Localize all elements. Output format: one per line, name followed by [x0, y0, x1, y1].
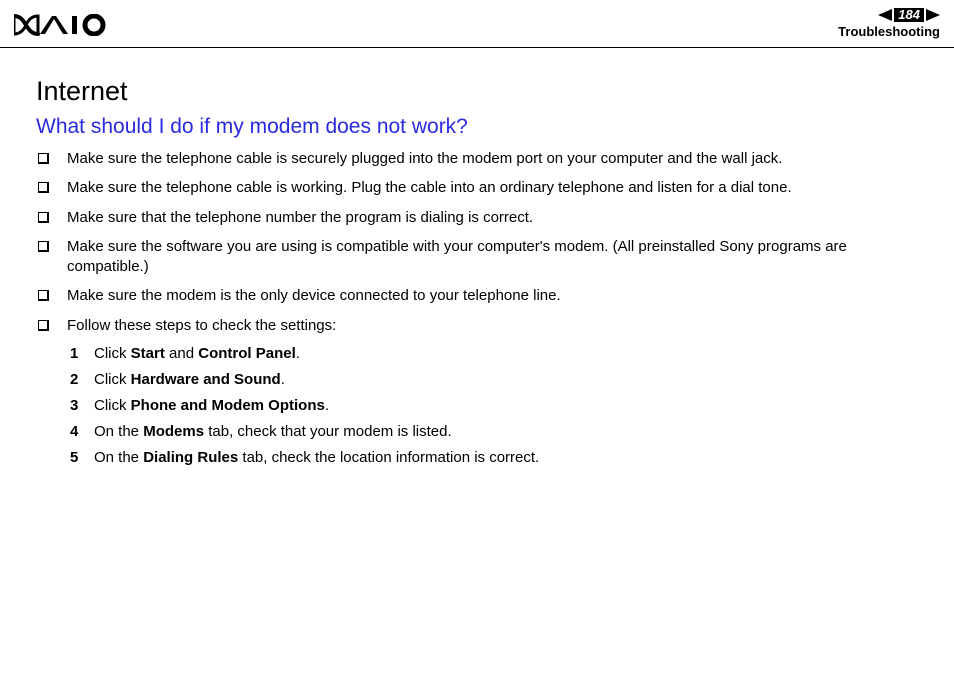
- bullet-text: Make sure the software you are using is …: [67, 237, 918, 278]
- list-item: Make sure the telephone cable is securel…: [36, 149, 918, 169]
- page-number: 184: [894, 8, 924, 22]
- step-number: 2: [70, 371, 94, 388]
- bullet-text: Make sure that the telephone number the …: [67, 208, 533, 228]
- step-text: Click Hardware and Sound.: [94, 371, 285, 388]
- question-heading: What should I do if my modem does not wo…: [36, 115, 918, 139]
- page-content: Internet What should I do if my modem do…: [0, 48, 954, 466]
- section-label: Troubleshooting: [838, 24, 940, 39]
- bullet-icon: [38, 182, 49, 193]
- bullet-text: Make sure the telephone cable is securel…: [67, 149, 782, 169]
- step-number: 4: [70, 423, 94, 440]
- step-item: 1 Click Start and Control Panel.: [70, 345, 918, 362]
- prev-page-arrow-icon[interactable]: [878, 9, 892, 21]
- list-item: Make sure the software you are using is …: [36, 237, 918, 278]
- bullet-text: Make sure the telephone cable is working…: [67, 178, 792, 198]
- bullet-icon: [38, 212, 49, 223]
- list-item: Make sure that the telephone number the …: [36, 208, 918, 228]
- page-title: Internet: [36, 76, 918, 107]
- step-number: 5: [70, 449, 94, 466]
- step-text: Click Phone and Modem Options.: [94, 397, 329, 414]
- bullet-text: Make sure the modem is the only device c…: [67, 286, 561, 306]
- bullet-icon: [38, 153, 49, 164]
- step-item: 4 On the Modems tab, check that your mod…: [70, 423, 918, 440]
- bullet-icon: [38, 241, 49, 252]
- steps-list: 1 Click Start and Control Panel. 2 Click…: [70, 345, 918, 466]
- page-header: 184 Troubleshooting: [0, 0, 954, 48]
- page-number-nav: 184: [838, 8, 940, 22]
- header-right: 184 Troubleshooting: [838, 8, 940, 39]
- step-item: 3 Click Phone and Modem Options.: [70, 397, 918, 414]
- step-item: 2 Click Hardware and Sound.: [70, 371, 918, 388]
- vaio-logo: [14, 14, 110, 41]
- step-number: 1: [70, 345, 94, 362]
- step-text: Click Start and Control Panel.: [94, 345, 300, 362]
- step-text: On the Dialing Rules tab, check the loca…: [94, 449, 539, 466]
- bullet-text: Follow these steps to check the settings…: [67, 316, 336, 336]
- list-item: Follow these steps to check the settings…: [36, 316, 918, 336]
- step-number: 3: [70, 397, 94, 414]
- list-item: Make sure the telephone cable is working…: [36, 178, 918, 198]
- bullet-list: Make sure the telephone cable is securel…: [36, 149, 918, 336]
- bullet-icon: [38, 320, 49, 331]
- bullet-icon: [38, 290, 49, 301]
- next-page-arrow-icon[interactable]: [926, 9, 940, 21]
- step-item: 5 On the Dialing Rules tab, check the lo…: [70, 449, 918, 466]
- step-text: On the Modems tab, check that your modem…: [94, 423, 452, 440]
- list-item: Make sure the modem is the only device c…: [36, 286, 918, 306]
